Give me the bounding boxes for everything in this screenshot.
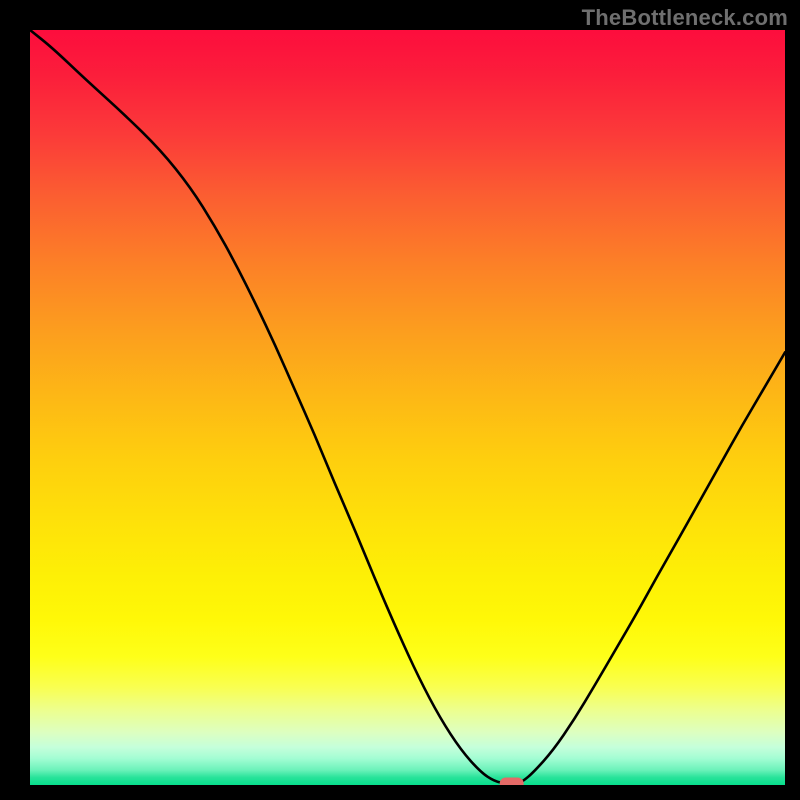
bottleneck-curve-svg: [30, 30, 785, 785]
watermark-text: TheBottleneck.com: [582, 5, 788, 31]
chart-frame: TheBottleneck.com: [0, 0, 800, 800]
bottleneck-curve: [30, 30, 785, 783]
optimal-marker: [500, 777, 524, 785]
plot-area: [30, 30, 785, 785]
